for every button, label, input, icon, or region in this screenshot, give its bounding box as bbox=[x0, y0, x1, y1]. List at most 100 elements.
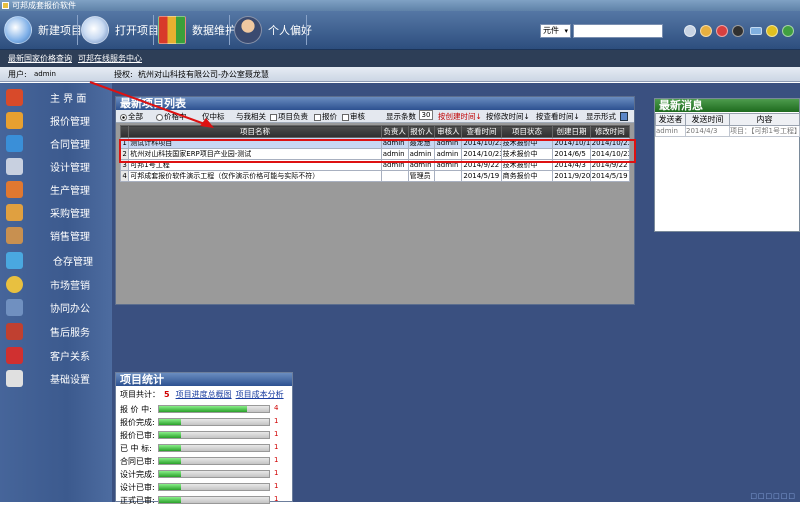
project-list-panel: 最新项目列表 全部 价格中 仅中标 与我相关 项目负责 报价 审核 显示条数 3… bbox=[115, 96, 636, 305]
filter-quote[interactable]: 报价 bbox=[314, 110, 337, 123]
search-input[interactable] bbox=[573, 24, 663, 38]
filter-responsible[interactable]: 项目负责 bbox=[270, 110, 308, 123]
online-service-link[interactable]: 可邦在线服务中心 bbox=[78, 50, 142, 67]
col-owner[interactable]: 负责人 bbox=[380, 125, 409, 138]
checkbox-icon bbox=[314, 113, 321, 121]
filter-mine[interactable]: 与我相关 bbox=[236, 110, 266, 123]
sidebar-item-quote[interactable]: 报价管理 bbox=[0, 109, 112, 132]
progress-overview-link[interactable]: 项目进度总概图 bbox=[176, 390, 232, 399]
filter-all[interactable]: 全部 bbox=[120, 110, 143, 123]
project-filter-bar: 全部 价格中 仅中标 与我相关 项目负责 报价 审核 显示条数 30 按创建时间… bbox=[116, 110, 634, 123]
sidebar-item-office[interactable]: 协同办公 bbox=[0, 296, 112, 319]
office-icon bbox=[6, 299, 23, 316]
app-icon bbox=[2, 2, 9, 9]
search-type-select[interactable]: 元件 ▾ bbox=[540, 24, 571, 38]
col-name[interactable]: 项目名称 bbox=[128, 125, 382, 138]
sidebar-item-purchase[interactable]: 采购管理 bbox=[0, 201, 112, 224]
price-query-link[interactable]: 最新国家价格查询 bbox=[8, 50, 72, 67]
sidebar-item-settings[interactable]: 基础设置 bbox=[0, 367, 112, 390]
project-table: 项目名称 负责人 报价人 审核人 查看时间 项目状态 创建日期 修改时间 1 测… bbox=[119, 125, 631, 182]
status-dots: □□□□□□ bbox=[750, 492, 796, 500]
stats-row-label: 报价已审: bbox=[120, 431, 155, 440]
table-row[interactable]: 4 可邦成套报价软件演示工程（仅作演示价格可能与实际不符） 管理员 2014/5… bbox=[119, 170, 631, 182]
stats-row-label: 设计完成: bbox=[120, 470, 155, 479]
stats-progress-fill bbox=[159, 406, 247, 412]
data-maintenance-button[interactable]: 数据维护 bbox=[158, 14, 236, 46]
stats-row-label: 报价完成: bbox=[120, 418, 155, 427]
sidebar-item-customer[interactable]: 客户关系 bbox=[0, 344, 112, 367]
table-header-row: 发送者 发送时间 内容 bbox=[655, 113, 800, 126]
minimize-icon[interactable] bbox=[750, 27, 762, 35]
open-project-button[interactable]: 打开项目 bbox=[81, 14, 159, 46]
play-icon[interactable] bbox=[766, 25, 778, 37]
sidebar-item-warehouse[interactable]: 仓存管理 bbox=[0, 249, 112, 272]
col-modified[interactable]: 修改时间 bbox=[589, 125, 631, 138]
users-icon[interactable] bbox=[716, 25, 728, 37]
col-created[interactable]: 创建日期 bbox=[552, 125, 591, 138]
sort-by-create[interactable]: 按创建时间↓ bbox=[438, 110, 482, 123]
filter-unquoted[interactable]: 价格中 bbox=[156, 110, 187, 123]
stats-progress-fill bbox=[159, 471, 181, 477]
stats-row: 报 价 中: 4 bbox=[120, 403, 292, 415]
books-icon bbox=[158, 16, 186, 44]
quote-icon bbox=[6, 112, 23, 129]
sidebar-item-marketing[interactable]: 市场营销 bbox=[0, 273, 112, 296]
sort-by-view[interactable]: 按查看时间↓ bbox=[536, 110, 580, 123]
toolbar-separator bbox=[306, 15, 307, 45]
show-count-input[interactable]: 30 bbox=[419, 110, 433, 120]
personal-preference-button[interactable]: 个人偏好 bbox=[234, 14, 312, 46]
stats-row: 已 中 标: 1 bbox=[120, 442, 292, 454]
production-icon bbox=[6, 181, 23, 198]
service-icon bbox=[6, 323, 23, 340]
clock-icon[interactable] bbox=[684, 25, 696, 37]
help-icon[interactable] bbox=[782, 25, 794, 37]
sidebar-item-design[interactable]: 设计管理 bbox=[0, 155, 112, 178]
plugin-icon[interactable] bbox=[700, 25, 712, 37]
col-reviewer[interactable]: 审核人 bbox=[434, 125, 463, 138]
stats-progress-fill bbox=[159, 432, 181, 438]
qq-icon[interactable] bbox=[732, 25, 744, 37]
stats-row-value: 4 bbox=[274, 404, 279, 412]
window-title: 可邦成套报价软件 bbox=[12, 1, 76, 10]
project-list-title: 最新项目列表 bbox=[116, 97, 634, 110]
show-count-label: 显示条数 bbox=[386, 112, 416, 121]
sidebar-item-contract[interactable]: 合同管理 bbox=[0, 132, 112, 155]
list-view-icon[interactable] bbox=[620, 112, 628, 121]
stats-progress-fill bbox=[159, 458, 181, 464]
radio-icon bbox=[120, 113, 127, 121]
filter-won-only[interactable]: 仅中标 bbox=[202, 110, 225, 123]
filter-review[interactable]: 审核 bbox=[342, 110, 365, 123]
table-row[interactable]: 2 杭州对山科技国家ERP项目产业园-测试 admin admin admin … bbox=[119, 148, 631, 160]
stats-row-value: 1 bbox=[274, 456, 279, 464]
stats-row-label: 报 价 中: bbox=[120, 405, 152, 414]
user-label: 用户: bbox=[8, 70, 27, 79]
project-stats-panel: 项目统计 项目共计： 5 项目进度总概图 项目成本分析 报 价 中: 4 报价完成: 1 报价… bbox=[115, 372, 293, 505]
user-value: admin bbox=[34, 70, 56, 78]
cost-analysis-link[interactable]: 项目成本分析 bbox=[236, 390, 284, 399]
stats-progress-bar bbox=[158, 457, 270, 465]
stats-progress-fill bbox=[159, 445, 181, 451]
warehouse-icon bbox=[6, 252, 23, 269]
sidebar-item-production[interactable]: 生产管理 bbox=[0, 178, 112, 201]
table-row[interactable]: 1 测试计科项目 admin 聂龙慧 admin 2014/10/23 技术报价… bbox=[119, 137, 631, 149]
messages-panel: 最新消息 发送者 发送时间 内容 admin 2014/4/3 项目：【可邦1号… bbox=[654, 98, 800, 232]
stats-progress-bar bbox=[158, 483, 270, 491]
sidebar-item-sales[interactable]: 销售管理 bbox=[0, 224, 112, 247]
table-row[interactable]: 3 可邦1号工程 admin admin admin 2014/9/22 技术报… bbox=[119, 159, 631, 171]
stats-row: 设计已审: 1 bbox=[120, 481, 292, 493]
sidebar-item-service[interactable]: 售后服务 bbox=[0, 320, 112, 343]
new-project-button[interactable]: 新建项目 bbox=[4, 14, 82, 46]
sidebar-item-home[interactable]: 主 界 面 bbox=[0, 86, 112, 109]
stats-row-label: 正式已审: bbox=[120, 496, 155, 505]
sort-by-modify[interactable]: 按修改时间↓ bbox=[486, 110, 530, 123]
col-status[interactable]: 项目状态 bbox=[500, 125, 554, 138]
quick-links-bar: 最新国家价格查询 可邦在线服务中心 bbox=[0, 50, 800, 67]
table-row[interactable]: admin 2014/4/3 项目：【可邦1号工程】已 bbox=[655, 125, 800, 137]
col-viewed[interactable]: 查看时间 bbox=[461, 125, 502, 138]
stats-row-value: 1 bbox=[274, 482, 279, 490]
marketing-icon bbox=[6, 276, 23, 293]
open-project-search-icon bbox=[81, 16, 109, 44]
col-quoter[interactable]: 报价人 bbox=[407, 125, 436, 138]
toolbar-separator bbox=[77, 15, 78, 45]
license-value: 杭州对山科技有限公司-办公室聂龙慧 bbox=[138, 70, 269, 79]
